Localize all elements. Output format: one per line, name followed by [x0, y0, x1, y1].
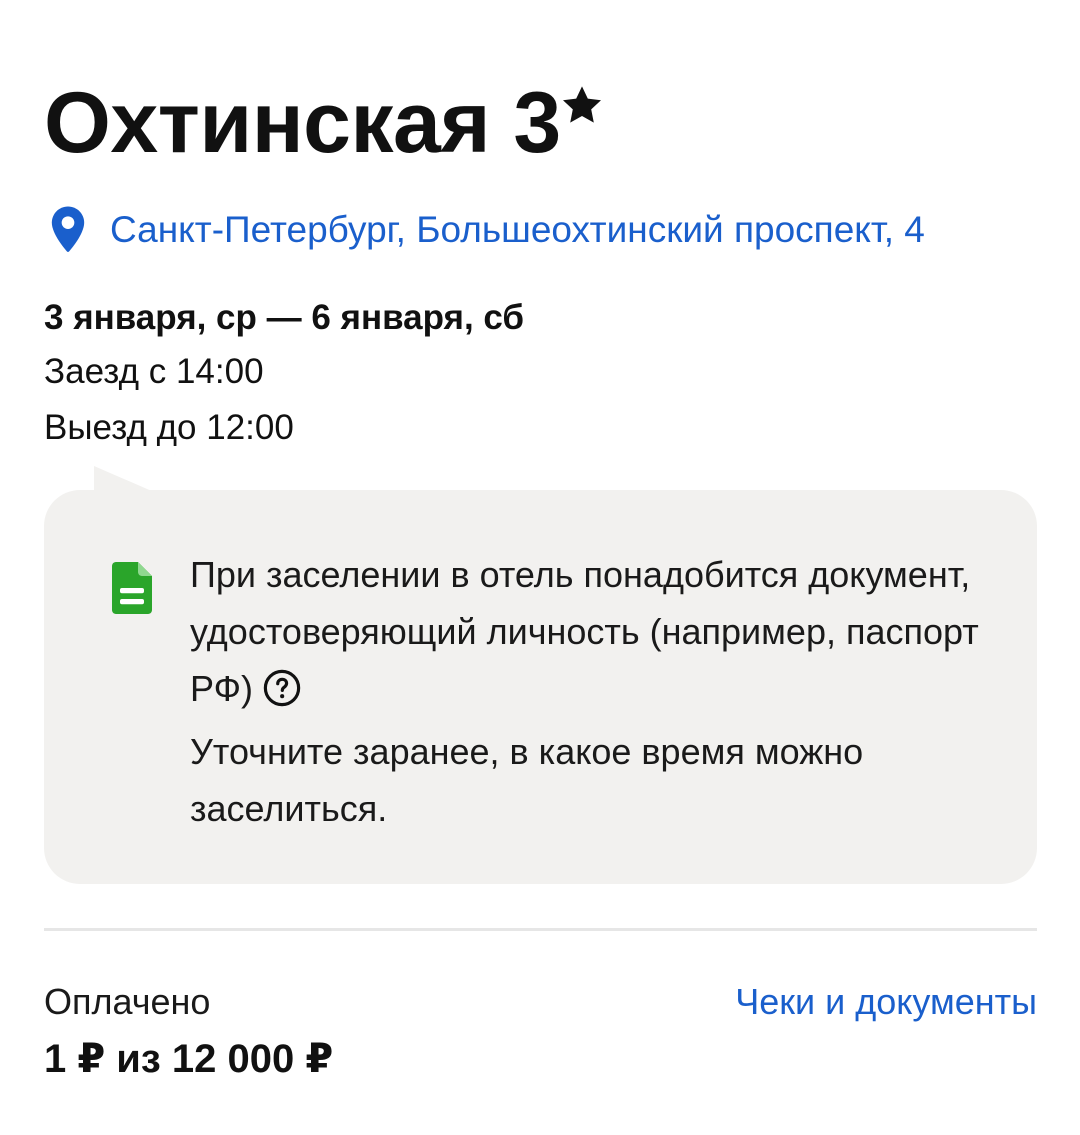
paid-amount: 1 ₽ из 12 000 ₽	[44, 1037, 334, 1081]
id-document-notice-text: При заселении в отель понадобится докуме…	[190, 554, 979, 709]
hotel-address-link[interactable]: Санкт-Петербург, Большеохтинский проспек…	[50, 200, 925, 260]
checkin-time: Заезд с 14:00	[44, 352, 264, 391]
stay-dates: 3 января, ср — 6 января, сб	[44, 298, 525, 337]
question-circle-icon[interactable]	[263, 669, 301, 707]
receipts-and-documents-link[interactable]: Чеки и документы	[735, 978, 1037, 1026]
star-icon	[563, 86, 601, 123]
notice-text: При заселении в отель понадобится докуме…	[190, 546, 1020, 837]
checkin-notice-card: При заселении в отель понадобится докуме…	[44, 466, 1037, 884]
hotel-name: Охтинская 3	[44, 75, 561, 171]
card-pointer	[94, 466, 154, 492]
location-pin-icon	[51, 206, 85, 252]
booking-details-page: Охтинская 3 Санкт-Петербург, Большеохтин…	[0, 0, 1080, 1135]
checkout-time: Выезд до 12:00	[44, 408, 294, 447]
document-icon	[112, 562, 152, 614]
hotel-address: Санкт-Петербург, Большеохтинский проспек…	[110, 209, 925, 250]
id-document-notice: При заселении в отель понадобится докуме…	[190, 546, 1020, 717]
checkin-time-notice: Уточните заранее, в какое время можно за…	[190, 731, 864, 829]
section-divider	[44, 928, 1037, 931]
paid-label: Оплачено	[44, 981, 211, 1022]
